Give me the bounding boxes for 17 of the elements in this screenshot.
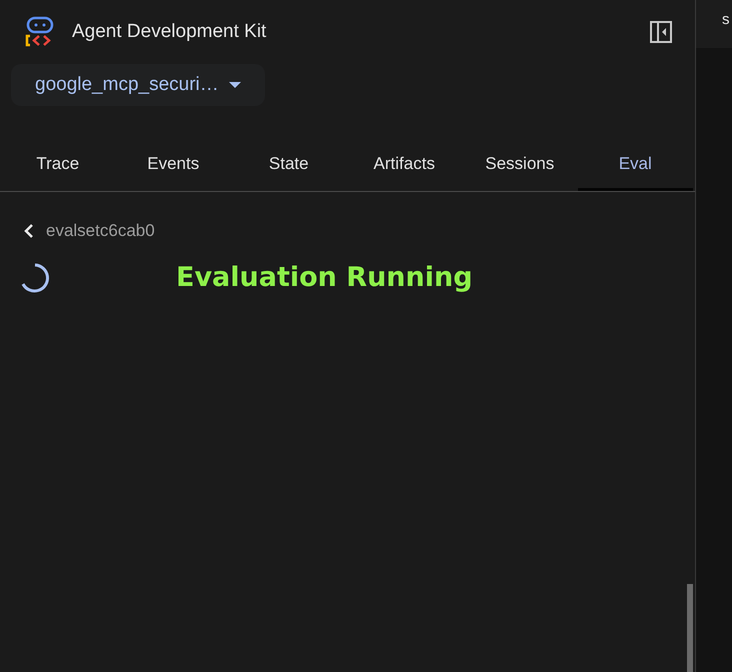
- tab[interactable]: Sessions: [462, 140, 578, 191]
- tab[interactable]: Artifacts: [346, 140, 462, 191]
- collapse-panel-icon[interactable]: [649, 20, 673, 44]
- tab[interactable]: Eval: [578, 140, 693, 191]
- tab[interactable]: Events: [116, 140, 231, 191]
- caret-icon: [228, 82, 241, 88]
- eval-set-name[interactable]: evalsetc6cab0: [46, 218, 155, 244]
- loading-spinner-icon: [19, 262, 51, 294]
- tab[interactable]: Trace: [0, 140, 116, 191]
- agent-dropdown[interactable]: google_mcp_securi…: [11, 64, 265, 106]
- back-chevron-icon[interactable]: [24, 224, 34, 238]
- robot-logo-icon: [24, 16, 56, 48]
- evaluation-status: Evaluation Running: [176, 260, 473, 294]
- scrollbar-thumb[interactable]: [687, 584, 693, 672]
- app-title: Agent Development Kit: [72, 20, 266, 44]
- panel-header-text: s: [722, 11, 730, 28]
- tab[interactable]: State: [231, 140, 346, 191]
